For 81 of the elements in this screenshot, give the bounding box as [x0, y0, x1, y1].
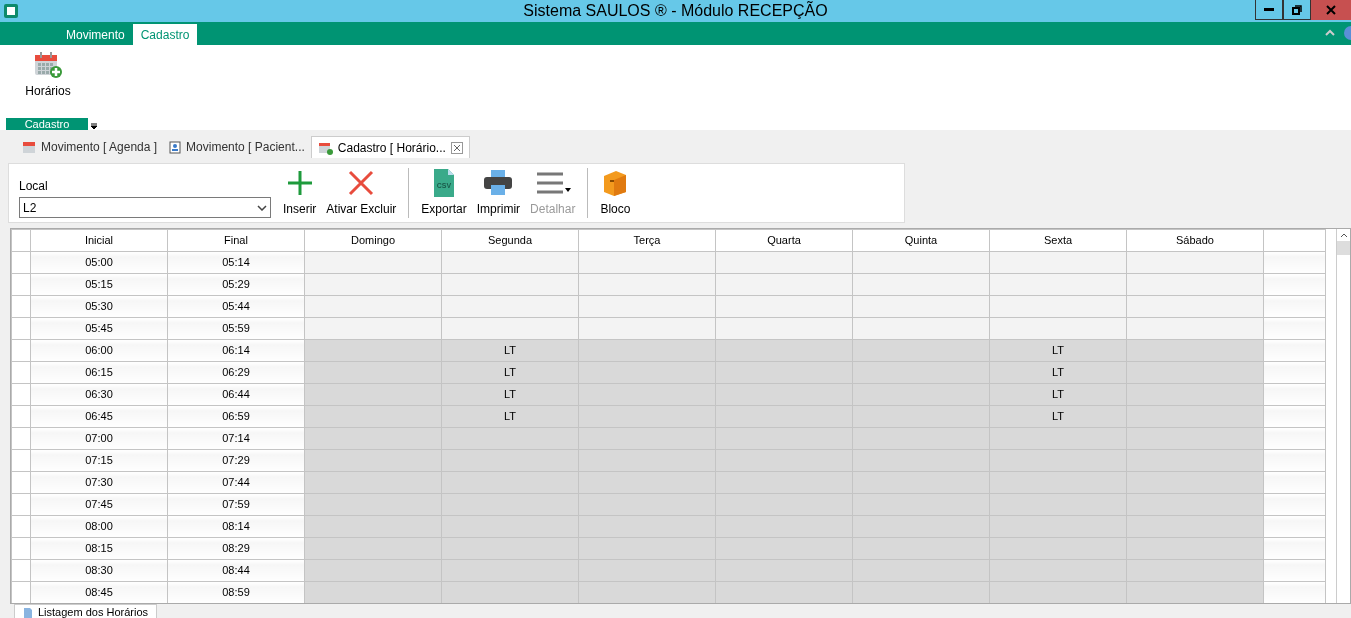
- table-cell: LT: [441, 361, 579, 384]
- table-cell: LT: [441, 339, 579, 362]
- column-header: Sexta: [989, 229, 1127, 252]
- close-button[interactable]: [1311, 0, 1351, 20]
- table-cell: LT: [989, 405, 1127, 428]
- table-cell: 05:15: [30, 273, 168, 296]
- calendar-add-icon: [33, 51, 63, 79]
- ribbon-tab[interactable]: Movimento: [58, 24, 133, 45]
- field-label: Local: [19, 178, 49, 195]
- table-cell: 07:14: [167, 427, 305, 450]
- table-cell: 07:30: [30, 471, 168, 494]
- print-button[interactable]: Imprimir: [474, 168, 523, 218]
- table-cell: 08:29: [167, 537, 305, 560]
- bottom-tab[interactable]: Listagem dos Horários: [14, 604, 158, 618]
- restore-icon: [1292, 4, 1302, 15]
- table-cell: 08:30: [30, 559, 168, 582]
- table-cell: 07:45: [30, 493, 168, 516]
- table-cell: 07:59: [167, 493, 305, 516]
- table-cell: 06:45: [30, 405, 168, 428]
- table-cell: LT: [989, 339, 1127, 362]
- document-tab[interactable]: Movimento [ Pacient...: [163, 136, 311, 158]
- table-cell: 06:15: [30, 361, 168, 384]
- id-badge-icon: [169, 140, 182, 154]
- table-cell: 06:00: [30, 339, 168, 362]
- ribbon-tab[interactable]: Cadastro: [132, 24, 198, 45]
- table-cell: 06:44: [167, 383, 305, 406]
- column-header: Domingo: [304, 229, 442, 252]
- table-cell: 06:30: [30, 383, 168, 406]
- restore-button[interactable]: [1283, 0, 1311, 20]
- dropdown-icon[interactable]: [90, 122, 98, 130]
- table-cell: 06:14: [167, 339, 305, 362]
- calendar-add-icon: [317, 140, 333, 155]
- table-cell: 07:00: [30, 427, 168, 450]
- block-button[interactable]: Bloco: [598, 168, 633, 218]
- table-cell: LT: [441, 383, 579, 406]
- scrollbar[interactable]: [1336, 229, 1350, 603]
- ribbon-button[interactable]: Horários: [18, 45, 78, 100]
- minimize-icon: [1264, 8, 1274, 11]
- close-icon: [1326, 5, 1336, 15]
- table-cell: 07:44: [167, 471, 305, 494]
- column-header: Segunda: [441, 229, 579, 252]
- minimize-button[interactable]: [1255, 0, 1283, 20]
- table-cell: 08:15: [30, 537, 168, 560]
- delete-button[interactable]: Ativar Excluir: [324, 168, 399, 218]
- app-logo-icon: [3, 3, 19, 19]
- table-cell: 08:14: [167, 515, 305, 538]
- document-icon: [23, 606, 33, 618]
- table-cell: 05:45: [30, 317, 168, 340]
- chevron-down-icon: [257, 204, 267, 211]
- table-cell: 05:29: [167, 273, 305, 296]
- column-header: Quinta: [852, 229, 990, 252]
- caret-icon: [564, 188, 571, 192]
- table-cell: 05:14: [167, 251, 305, 274]
- insert-button[interactable]: Inserir: [281, 168, 319, 218]
- column-header: Final: [167, 229, 305, 252]
- document-tab[interactable]: Movimento [ Agenda ]: [16, 136, 164, 158]
- local-dropdown[interactable]: L2: [19, 197, 271, 218]
- table-cell: LT: [989, 383, 1127, 406]
- table-cell: 07:15: [30, 449, 168, 472]
- table-cell: 05:30: [30, 295, 168, 318]
- table-cell: LT: [441, 405, 579, 428]
- ribbon-group-label: Cadastro: [6, 118, 88, 130]
- table-cell: LT: [989, 361, 1127, 384]
- table-cell: 05:44: [167, 295, 305, 318]
- column-header: Sábado: [1126, 229, 1264, 252]
- table-cell: 08:44: [167, 559, 305, 582]
- column-header: Terça: [578, 229, 716, 252]
- printer-icon: [483, 168, 514, 198]
- table-cell: 05:59: [167, 317, 305, 340]
- table-cell: 07:29: [167, 449, 305, 472]
- window-title: Sistema SAULOS ® - Módulo RECEPÇÃO: [523, 0, 828, 21]
- column-header: Inicial: [30, 229, 168, 252]
- table-cell: 06:59: [167, 405, 305, 428]
- table-cell: 06:29: [167, 361, 305, 384]
- table-cell: 05:00: [30, 251, 168, 274]
- calendar-icon: [22, 140, 36, 154]
- document-tab[interactable]: Cadastro [ Horário...: [310, 136, 470, 158]
- column-header: Quarta: [715, 229, 853, 252]
- scroll-thumb[interactable]: [1337, 241, 1350, 255]
- close-icon[interactable]: [450, 141, 463, 154]
- table-cell: 08:00: [30, 515, 168, 538]
